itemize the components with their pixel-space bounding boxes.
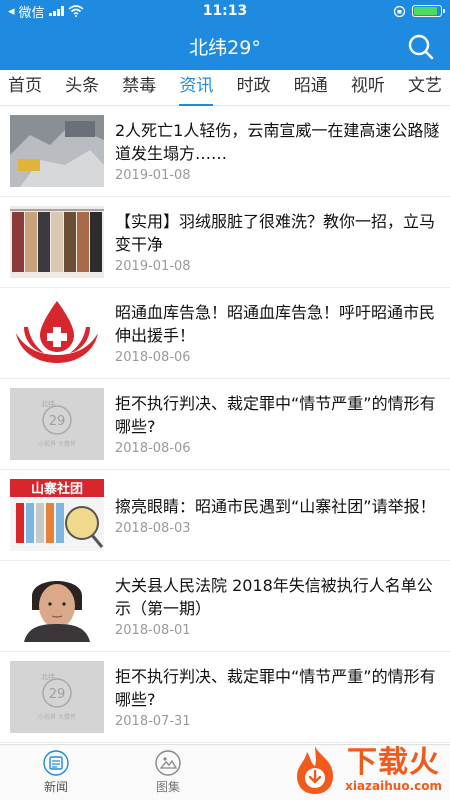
thumbnail-portrait (10, 570, 104, 642)
news-date: 2018-08-01 (115, 623, 191, 638)
news-date: 2018-08-03 (115, 520, 191, 536)
news-date: 2018-08-06 (115, 441, 191, 456)
news-text: 2人死亡1人轻伤，云南宣威一在建高速公路隧道发生塌方…… 2019-01-08 (115, 119, 440, 183)
gallery-icon (155, 750, 181, 776)
nav-gallery-label: 图集 (155, 780, 180, 794)
news-date: 2018-07-31 (115, 714, 191, 729)
thumbnail-down-jackets (10, 206, 104, 278)
status-bar: ◂ 微信 11:13 (0, 0, 450, 22)
watermark-text-group: 下载火 xiazaihuo.com (345, 745, 442, 794)
wifi-icon (68, 5, 84, 17)
news-date: 2019-01-08 (115, 168, 191, 183)
signal-icon (48, 6, 64, 16)
tab-4[interactable]: 时政 (237, 70, 271, 106)
list-item[interactable]: 【实用】羽绒服脏了很难洗？教你一招，立马变干净 2019-01-08 (0, 197, 450, 288)
app-header: 北纬29° (0, 22, 450, 70)
placeholder-slogan: 小视界 大情怀 (38, 440, 76, 448)
banner-text: 山寨社团 (31, 481, 83, 497)
nav-gallery[interactable]: 图集 (112, 750, 224, 795)
placeholder-logo-brand: 北纬 (41, 399, 55, 408)
news-title[interactable]: 2人死亡1人轻伤，云南宣威一在建高速公路隧道发生塌方…… (115, 119, 440, 165)
placeholder-slogan: 小视界 大情怀 (38, 713, 76, 721)
carrier-label: 微信 (18, 5, 45, 21)
flame-download-icon (297, 746, 334, 794)
search-icon[interactable] (406, 32, 436, 62)
thumbnail-tunnel (10, 115, 104, 187)
tab-5[interactable]: 昭通 (294, 70, 328, 106)
news-title[interactable]: 拒不执行判决、裁定罪中“情节严重”的情形有哪些? (115, 665, 440, 711)
back-chevron-icon[interactable]: ◂ (8, 4, 15, 19)
tab-0[interactable]: 首页 (8, 70, 42, 106)
list-item[interactable]: 昭通血库告急！昭通血库告急！呼吁昭通市民伸出援手！ 2018-08-06 (0, 288, 450, 379)
list-item[interactable]: 大关县人民法院 2018年失信被执行人名单公示（第一期） 2018-08-01 (0, 561, 450, 652)
status-time: 11:13 (202, 3, 248, 19)
thumbnail-fake-association: 山寨社团 (10, 479, 104, 551)
nav-news[interactable]: 新闻 (0, 750, 112, 795)
tab-6[interactable]: 视听 (351, 70, 385, 106)
news-title[interactable]: 拒不执行判决、裁定罪中“情节严重”的情形有哪些? (115, 392, 440, 438)
news-title[interactable]: 昭通血库告急！昭通血库告急！呼吁昭通市民伸出援手！ (115, 301, 440, 347)
news-text: 拒不执行判决、裁定罪中“情节严重”的情形有哪些? 2018-08-06 (115, 392, 440, 456)
status-left: ◂ 微信 (8, 2, 158, 21)
category-tabs: 首页 头条 禁毒 资讯 时政 昭通 视听 文艺 (0, 70, 450, 106)
watermark-url: xiazaihuo.com (345, 779, 442, 793)
news-title[interactable]: 擦亮眼睛：昭通市民遇到“山寨社团”请举报！ (115, 495, 440, 518)
list-item[interactable]: 29 北纬 小视界 大情怀 拒不执行判决、裁定罪中“情节严重”的情形有哪些? 2… (0, 652, 450, 743)
placeholder-logo-number: 29 (49, 414, 66, 429)
watermark-text: 下载火 (347, 745, 441, 780)
status-right (292, 5, 445, 18)
tab-2[interactable]: 禁毒 (122, 70, 156, 106)
placeholder-logo-brand: 北纬 (41, 672, 55, 681)
news-text: 大关县人民法院 2018年失信被执行人名单公示（第一期） 2018-08-01 (115, 574, 440, 638)
news-icon (43, 750, 69, 776)
thumbnail-blood-donation (10, 297, 104, 369)
news-date: 2018-08-06 (115, 350, 191, 365)
tab-1[interactable]: 头条 (65, 70, 99, 106)
news-list: 2人死亡1人轻伤，云南宣威一在建高速公路隧道发生塌方…… 2019-01-08 … (0, 106, 450, 743)
thumbnail-placeholder: 29 北纬 小视界 大情怀 (10, 388, 104, 460)
news-text: 【实用】羽绒服脏了很难洗？教你一招，立马变干净 2019-01-08 (115, 210, 440, 274)
news-text: 昭通血库告急！昭通血库告急！呼吁昭通市民伸出援手！ 2018-08-06 (115, 301, 440, 365)
news-title[interactable]: 大关县人民法院 2018年失信被执行人名单公示（第一期） (115, 574, 440, 620)
rotation-lock-icon (393, 5, 406, 17)
news-title[interactable]: 【实用】羽绒服脏了很难洗？教你一招，立马变干净 (115, 210, 440, 256)
tab-3[interactable]: 资讯 (179, 70, 214, 106)
list-item[interactable]: 山寨社团 擦亮眼睛：昭通市民遇到“山寨社团”请举报！ 2018-08-03 (0, 470, 450, 561)
news-text: 拒不执行判决、裁定罪中“情节严重”的情形有哪些? 2018-07-31 (115, 665, 440, 729)
watermark-logo: 下载火 xiazaihuo.com (289, 744, 442, 796)
news-text: 擦亮眼睛：昭通市民遇到“山寨社团”请举报！ 2018-08-03 (115, 495, 440, 536)
placeholder-logo-number: 29 (49, 687, 66, 702)
tab-7[interactable]: 文艺 (408, 70, 442, 106)
nav-news-label: 新闻 (43, 780, 68, 794)
list-item[interactable]: 29 北纬 小视界 大情怀 拒不执行判决、裁定罪中“情节严重”的情形有哪些? 2… (0, 379, 450, 470)
battery-icon (411, 5, 445, 17)
app-title: 北纬29° (189, 36, 261, 59)
list-item[interactable]: 2人死亡1人轻伤，云南宣威一在建高速公路隧道发生塌方…… 2019-01-08 (0, 106, 450, 197)
thumbnail-placeholder: 29 北纬 小视界 大情怀 (10, 661, 104, 733)
news-date: 2019-01-08 (115, 259, 191, 274)
